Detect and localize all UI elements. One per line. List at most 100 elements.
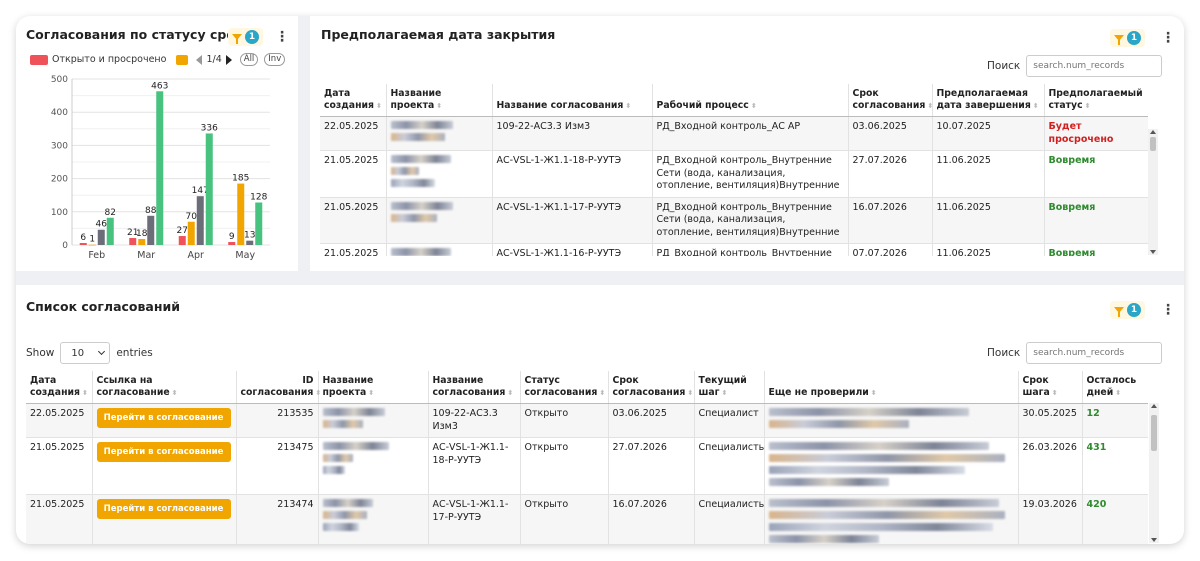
table-row[interactable]: 21.05.2025 АС-VSL-1-Ж1.1-16-Р-УУТЭ РД_Вход… [320,243,1148,256]
column-header-closing-2[interactable]: Название согласования ⬍ [492,84,653,117]
legend-all-button[interactable]: All [239,53,259,66]
open-approval-button[interactable]: Перейти в согласование [96,499,231,519]
redacted-line [322,499,373,507]
closing-scrollbar[interactable] [1148,129,1158,255]
step-deadline-cell: 26.03.2026 [1018,437,1083,495]
expected-date-cell: 11.06.2025 [932,243,1045,256]
column-header-list-4[interactable]: Название согласования ⬍ [428,371,521,404]
sort-icon[interactable]: ⬍ [1085,102,1091,110]
column-header-list-7[interactable]: Текущий шаг ⬍ [694,371,765,404]
approval-name-cell: АС-VSL-1-Ж1.1-17-Р-УУТЭ [428,494,521,544]
page-size-select[interactable]: 10 [60,342,111,364]
open-approval-button[interactable]: Перейти в согласование [96,408,231,428]
column-header-closing-0[interactable]: Дата создания ⬍ [320,84,387,117]
column-header-closing-6[interactable]: Предполагаемый статус ⬍ [1044,84,1148,117]
more-menu-icon[interactable]: ⋮ [1161,31,1175,45]
sort-icon[interactable]: ⬍ [687,389,693,397]
redacted-line [768,535,879,543]
column-header-list-1[interactable]: Ссылка на согласование ⬍ [92,371,237,404]
column-header-list-8[interactable]: Еще не проверили ⬍ [764,371,1019,404]
sort-icon[interactable]: ⬍ [871,389,877,397]
redacted-line [390,201,453,210]
legend-inv-button[interactable]: Inv [264,53,286,66]
table-row[interactable]: 21.05.2025 АС-VSL-1-Ж1.1-18-Р-УУТЭ РД_Вход… [320,150,1148,198]
list-search-input[interactable] [1026,342,1163,364]
column-header-label: Статус согласования [524,375,598,398]
y-tick-label: 300 [51,141,68,151]
closing-search-input[interactable] [1026,55,1163,77]
deadline-cell: 16.07.2026 [608,494,695,544]
table-row[interactable]: 22.05.2025 Перейти в согласование 213535 10… [26,403,1148,438]
scroll-thumb[interactable] [1150,137,1156,151]
sort-icon[interactable]: ⬍ [172,389,178,397]
sort-icon[interactable]: ⬍ [599,389,605,397]
scroll-down-icon[interactable] [1151,538,1157,542]
redacted-text [322,408,424,428]
sort-icon[interactable]: ⬍ [368,389,374,397]
sort-icon[interactable]: ⬍ [722,389,728,397]
column-header-list-3[interactable]: Название проекта ⬍ [318,371,429,404]
table-row[interactable]: 21.05.2025 АС-VSL-1-Ж1.1-17-Р-УУТЭ РД_Вход… [320,197,1148,244]
project-name-cell [386,243,493,256]
x-tick-label: Mar [137,250,155,261]
sort-icon[interactable]: ⬍ [376,102,382,110]
closing-search: Поиск [987,55,1163,77]
more-menu-icon[interactable]: ⋮ [1161,303,1175,317]
column-header-label: Ссылка на согласование [96,375,170,398]
expected-date-cell: 11.06.2025 [932,197,1045,244]
column-header-closing-4[interactable]: Срок согласования ⬍ [848,84,933,117]
bar [106,217,114,245]
project-name-cell [318,437,429,495]
chart-filter-badge[interactable]: 1 [228,28,263,46]
list-filter-badge[interactable]: 1 [1110,301,1145,319]
closing-date-panel: Предполагаемая дата закрытия 1 ⋮ Поиск Д… [310,16,1184,271]
sort-icon[interactable]: ⬍ [436,102,442,110]
list-scrollbar[interactable] [1149,403,1159,543]
scroll-up-icon[interactable] [1151,404,1157,408]
table-row[interactable]: 21.05.2025 Перейти в согласование 213475 АС… [26,437,1148,495]
redacted-line [768,442,989,450]
bar [147,215,155,245]
scroll-down-icon[interactable] [1150,250,1156,254]
data-label: 82 [105,208,116,218]
sort-icon[interactable]: ⬍ [1033,102,1039,110]
approval-id-cell: 213475 [236,437,319,495]
sort-icon[interactable]: ⬍ [507,389,513,397]
deadline-cell: 27.07.2026 [608,437,695,495]
sort-icon[interactable]: ⬍ [751,102,757,110]
page-size-value: 10 [71,347,85,359]
legend-page: 1/4 [206,54,222,65]
days-left-cell: 420 [1082,494,1148,544]
column-header-closing-5[interactable]: Предполагаемая дата завершения ⬍ [932,84,1045,117]
open-approval-button[interactable]: Перейти в согласование [96,442,231,462]
table-row[interactable]: 22.05.2025 109-22-АС3.3 Изм3 РД_Входной ко… [320,116,1148,151]
column-header-list-10[interactable]: Осталось дней ⬍ [1082,371,1148,404]
not-reviewed-cell [764,437,1019,495]
column-header-closing-3[interactable]: Рабочий процесс ⬍ [652,84,849,117]
column-header-list-6[interactable]: Срок согласования ⬍ [608,371,695,404]
table-row[interactable]: 21.05.2025 Перейти в согласование 213474 АС… [26,494,1148,544]
column-header-list-9[interactable]: Срок шага ⬍ [1018,371,1083,404]
column-header-list-5[interactable]: Статус согласования ⬍ [520,371,609,404]
redacted-line [390,167,419,175]
legend-next-icon[interactable] [225,54,232,65]
closing-filter-badge[interactable]: 1 [1110,29,1145,47]
scroll-thumb[interactable] [1151,415,1157,451]
y-tick-label: 200 [51,175,68,185]
column-header-list-0[interactable]: Дата создания ⬍ [26,371,93,404]
expected-status-cell: Вовремя [1044,197,1148,244]
column-header-closing-1[interactable]: Название проекта ⬍ [386,84,493,117]
search-label: Поиск [987,60,1021,72]
scroll-up-icon[interactable] [1150,130,1156,134]
legend-prev-icon[interactable] [196,54,203,65]
redacted-line [390,133,445,141]
sort-icon[interactable]: ⬍ [82,389,88,397]
column-header-list-2[interactable]: ID согласования ⬍ [236,371,321,404]
filter-count: 1 [245,30,259,44]
sort-icon[interactable]: ⬍ [1052,389,1058,397]
redacted-line [322,442,389,450]
more-menu-icon[interactable]: ⋮ [275,30,289,44]
step-deadline-cell: 30.05.2025 [1018,403,1083,438]
sort-icon[interactable]: ⬍ [625,102,631,110]
sort-icon[interactable]: ⬍ [1115,389,1121,397]
